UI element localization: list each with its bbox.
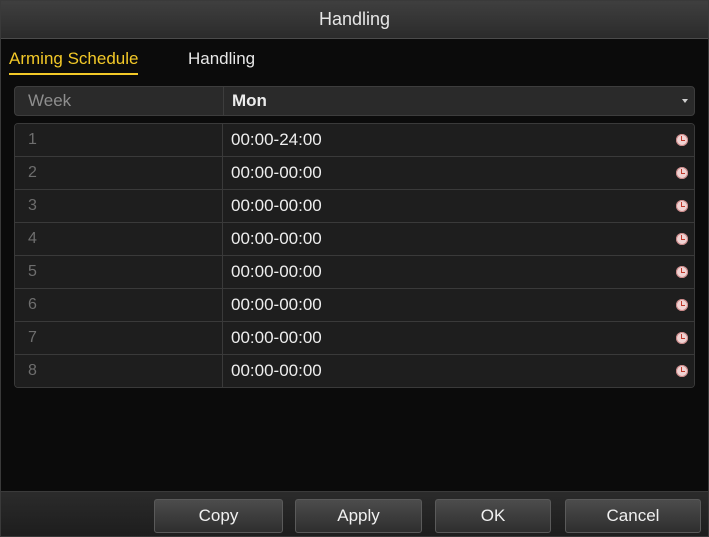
week-dropdown[interactable]: Mon — [223, 87, 696, 115]
week-label: Week — [28, 91, 72, 110]
schedule-row-4: 4 00:00-00:00 — [15, 223, 694, 256]
dialog-title: Handling — [1, 1, 708, 39]
tab-handling[interactable]: Handling — [188, 47, 255, 73]
ok-button[interactable]: OK — [435, 499, 551, 533]
week-selected-value: Mon — [232, 91, 267, 110]
schedule-table: 1 00:00-24:00 2 00:00-00:00 3 00:00-00:0… — [14, 123, 695, 388]
cancel-button[interactable]: Cancel — [565, 499, 701, 533]
schedule-row-5: 5 00:00-00:00 — [15, 256, 694, 289]
chevron-down-icon — [682, 99, 688, 103]
time-range-value: 00:00-00:00 — [231, 361, 322, 380]
time-range-value: 00:00-00:00 — [231, 262, 322, 281]
clock-icon[interactable] — [676, 266, 688, 278]
schedule-row-2: 2 00:00-00:00 — [15, 157, 694, 190]
clock-icon[interactable] — [676, 200, 688, 212]
row-number: 1 — [15, 124, 223, 156]
clock-icon[interactable] — [676, 365, 688, 377]
row-number: 8 — [15, 355, 223, 387]
schedule-row-1: 1 00:00-24:00 — [15, 124, 694, 157]
apply-button[interactable]: Apply — [295, 499, 422, 533]
tab-arming-schedule[interactable]: Arming Schedule — [9, 47, 139, 75]
time-range-value: 00:00-00:00 — [231, 196, 322, 215]
week-selector-row: Week Mon — [14, 86, 695, 116]
clock-icon[interactable] — [676, 299, 688, 311]
clock-icon[interactable] — [676, 167, 688, 179]
row-number: 5 — [15, 256, 223, 288]
time-range-value: 00:00-00:00 — [231, 295, 322, 314]
clock-icon[interactable] — [676, 332, 688, 344]
clock-icon[interactable] — [676, 134, 688, 146]
row-number: 2 — [15, 157, 223, 189]
row-number: 4 — [15, 223, 223, 255]
time-range-value: 00:00-00:00 — [231, 229, 322, 248]
schedule-row-3: 3 00:00-00:00 — [15, 190, 694, 223]
schedule-row-7: 7 00:00-00:00 — [15, 322, 694, 355]
tab-bar: Arming Schedule Handling — [1, 39, 708, 75]
handling-dialog: Handling Arming Schedule Handling Week M… — [0, 0, 709, 537]
row-number: 3 — [15, 190, 223, 222]
schedule-row-8: 8 00:00-00:00 — [15, 355, 694, 387]
schedule-row-6: 6 00:00-00:00 — [15, 289, 694, 322]
clock-icon[interactable] — [676, 233, 688, 245]
row-number: 7 — [15, 322, 223, 354]
button-bar: Copy Apply OK Cancel — [1, 491, 708, 536]
row-number: 6 — [15, 289, 223, 321]
time-range-value: 00:00-00:00 — [231, 328, 322, 347]
copy-button[interactable]: Copy — [154, 499, 283, 533]
time-range-value: 00:00-00:00 — [231, 163, 322, 182]
time-range-value: 00:00-24:00 — [231, 130, 322, 149]
